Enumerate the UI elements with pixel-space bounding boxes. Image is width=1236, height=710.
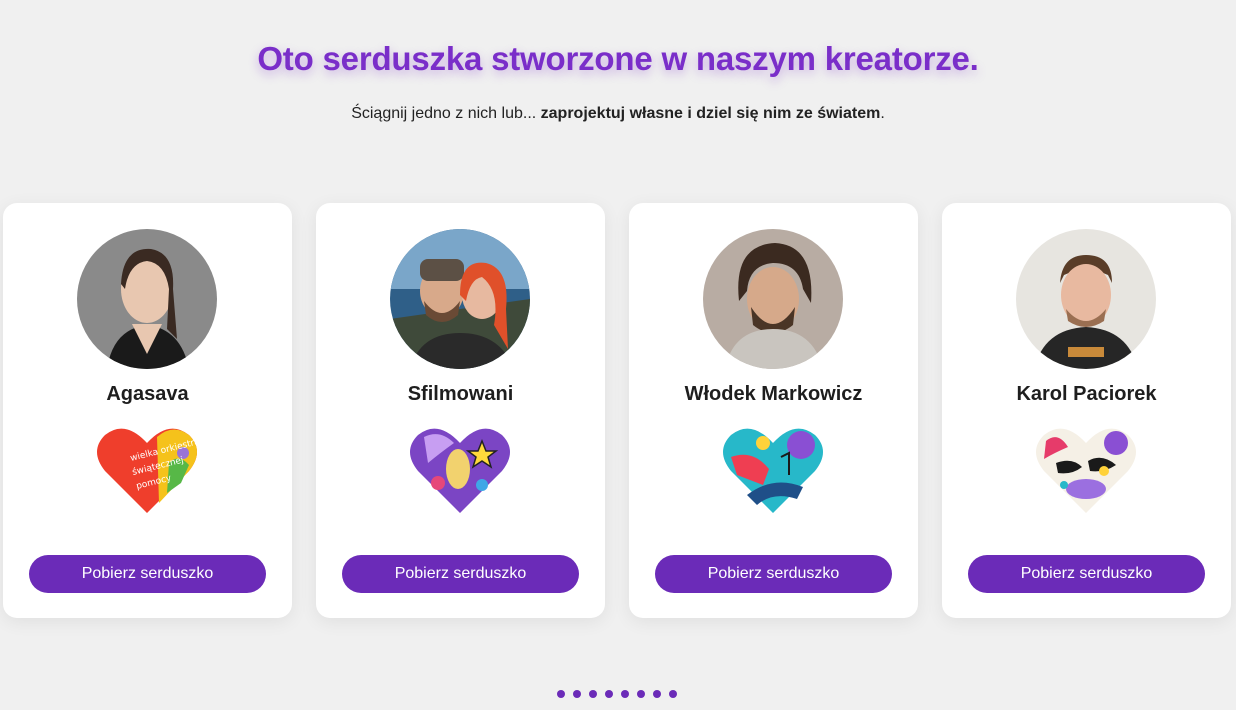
creator-card: Włodek Markowicz Pobierz serduszko [629, 203, 918, 618]
pagination-dot[interactable] [637, 690, 645, 698]
avatar [77, 229, 217, 369]
subtitle-text: Ściągnij jedno z nich lub... [351, 105, 541, 122]
page-title: Oto serduszka stworzone w naszym kreator… [257, 40, 979, 77]
carousel-pagination [557, 690, 677, 698]
subtitle-bold-text: zaprojektuj własne i dziel się nim ze św… [540, 105, 881, 122]
creator-card: Sfilmowani Pobierz serduszko [316, 203, 605, 618]
pagination-dot[interactable] [621, 690, 629, 698]
heart-image [1036, 423, 1136, 518]
creator-name: Agasava [106, 383, 189, 405]
pagination-dot[interactable] [573, 690, 581, 698]
download-heart-button[interactable]: Pobierz serduszko [968, 555, 1205, 593]
pagination-dot[interactable] [557, 690, 565, 698]
creator-name: Włodek Markowicz [684, 383, 863, 405]
download-heart-button[interactable]: Pobierz serduszko [342, 555, 579, 593]
download-heart-button[interactable]: Pobierz serduszko [29, 555, 266, 593]
subtitle-end: . [880, 105, 885, 122]
heart-image [723, 423, 823, 518]
heart-image [410, 423, 510, 518]
page-subtitle: Ściągnij jedno z nich lub... zaprojektuj… [0, 105, 1236, 123]
pagination-dot[interactable] [653, 690, 661, 698]
pagination-dot[interactable] [605, 690, 613, 698]
creator-name: Sfilmowani [407, 383, 514, 405]
avatar [703, 229, 843, 369]
download-heart-button[interactable]: Pobierz serduszko [655, 555, 892, 593]
avatar [1016, 229, 1156, 369]
cards-carousel: Agasava wielka orkiestra świątecznej pom… [3, 203, 1231, 618]
pagination-dot[interactable] [589, 690, 597, 698]
creator-name: Karol Paciorek [1016, 383, 1157, 405]
heart-image: wielka orkiestra świątecznej pomocy [97, 423, 197, 518]
creator-card: Karol Paciorek Pobierz serduszko [942, 203, 1231, 618]
pagination-dot[interactable] [669, 690, 677, 698]
avatar [390, 229, 530, 369]
creator-card: Agasava wielka orkiestra świątecznej pom… [3, 203, 292, 618]
